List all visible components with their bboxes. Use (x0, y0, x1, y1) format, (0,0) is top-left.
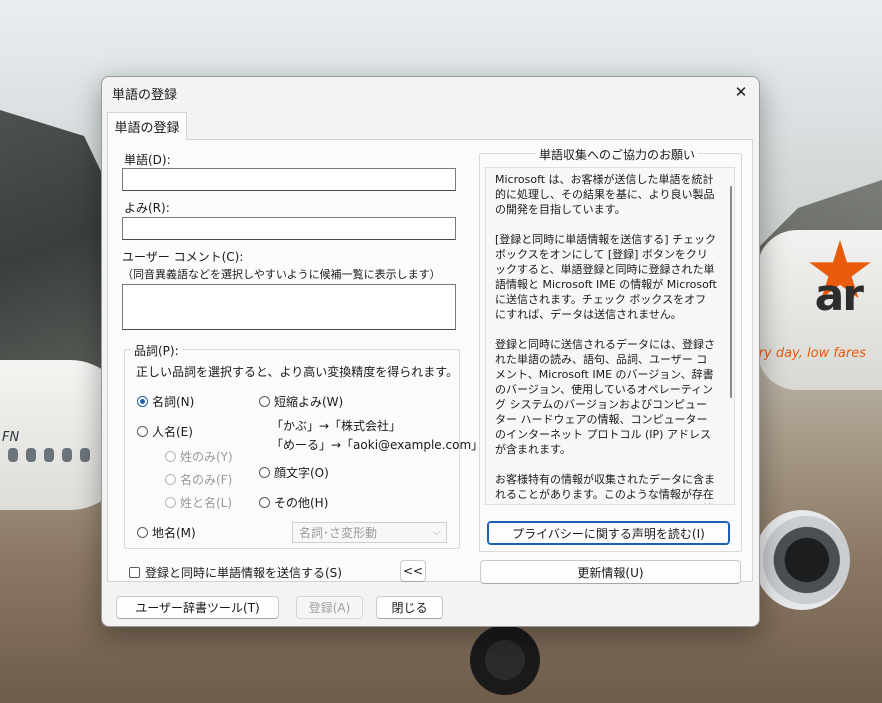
radio-person-name[interactable]: 人名(E) (137, 423, 193, 440)
pos-group-label: 品詞(P): (131, 342, 182, 359)
pos-subtype-value: 名詞･さ変形動 (299, 526, 378, 540)
word-label: 単語(D): (124, 153, 171, 167)
info-paragraph: 登録と同時に送信されるデータには、登録された単語の読み、語句、品詞、ユーザー コ… (495, 338, 715, 456)
radio-surname-only-label: 姓のみ(Y) (180, 450, 233, 464)
background-plane-engine (754, 510, 850, 610)
background-plane-window (62, 448, 72, 462)
checkbox-box (129, 567, 140, 578)
radio-other[interactable]: その他(H) (259, 494, 328, 511)
info-paragraph: お客様特有の情報が収集されたデータに含まれることがあります。このような情報が存在… (495, 473, 715, 504)
background-landing-gear (470, 625, 540, 695)
radio-indicator (137, 426, 148, 437)
reading-label: よみ(R): (124, 201, 170, 215)
register-button[interactable]: 登録(A) (296, 596, 363, 619)
radio-noun-label: 名詞(N) (152, 395, 195, 409)
radio-given-name-only-label: 名のみ(F) (180, 473, 233, 487)
radio-place-name[interactable]: 地名(M) (137, 524, 196, 541)
dialog-title: 単語の登録 (112, 88, 178, 103)
background-plane-window (44, 448, 54, 462)
radio-full-name-label: 姓と名(L) (180, 496, 233, 510)
radio-person-name-label: 人名(E) (152, 425, 193, 439)
background-slogan: ry day, low fares (758, 346, 866, 361)
radio-indicator (165, 474, 176, 485)
collapse-button[interactable]: << (400, 560, 426, 582)
tab-panel: 単語(D): よみ(R): ユーザー コメント(C): （同音異義語などを選択し… (107, 139, 753, 584)
user-dictionary-tool-button[interactable]: ユーザー辞書ツール(T) (116, 596, 279, 619)
radio-abbreviation-label: 短縮よみ(W) (274, 395, 344, 409)
radio-indicator (137, 527, 148, 538)
background-plane-window (26, 448, 36, 462)
word-registration-dialog: 単語の登録 ✕ 単語の登録 単語(D): よみ(R): ユーザー コメント(C)… (101, 76, 760, 627)
radio-emoticon-label: 顔文字(O) (274, 466, 329, 480)
radio-noun[interactable]: 名詞(N) (137, 393, 194, 410)
info-group: 単語収集へのご協力のお願い Microsoft は、お客様が送信した単語を統計的… (479, 146, 742, 552)
comment-input[interactable] (122, 284, 456, 330)
update-info-button[interactable]: 更新情報(U) (480, 560, 741, 584)
pos-description: 正しい品詞を選択すると、より高い変換精度を得られます。 (136, 365, 459, 379)
abbreviation-example-1: 「かぶ」→「株式会社」 (271, 419, 402, 433)
radio-place-name-label: 地名(M) (152, 526, 196, 540)
close-button[interactable]: 閉じる (376, 596, 443, 619)
background-plane-window (8, 448, 18, 462)
reading-input[interactable] (122, 217, 456, 240)
background-brand-text: ar (814, 270, 864, 321)
radio-indicator (165, 451, 176, 462)
pos-group: 品詞(P): 正しい品詞を選択すると、より高い変換精度を得られます。 名詞(N)… (124, 342, 483, 549)
info-scrollbar[interactable] (730, 186, 732, 398)
close-icon[interactable]: ✕ (724, 78, 758, 106)
radio-indicator (259, 396, 270, 407)
info-textbox[interactable]: Microsoft は、お客様が送信した単語を統計的に処理し、その結果を基に、よ… (485, 167, 735, 505)
comment-hint: （同音異義語などを選択しやすいように候補一覧に表示します） (122, 268, 441, 281)
tab-word-registration[interactable]: 単語の登録 (107, 112, 187, 140)
radio-abbreviation[interactable]: 短縮よみ(W) (259, 393, 343, 410)
word-input[interactable] (122, 168, 456, 191)
radio-full-name[interactable]: 姓と名(L) (165, 494, 232, 511)
radio-emoticon[interactable]: 顔文字(O) (259, 464, 329, 481)
radio-indicator (259, 467, 270, 478)
info-paragraph: [登録と同時に単語情報を送信する] チェック ボックスをオンにして [登録] ボ… (495, 233, 717, 321)
abbreviation-example-2: 「めーる」→「aoki@example.com」 (271, 438, 484, 452)
privacy-statement-button[interactable]: プライバシーに関する声明を読む(I) (487, 521, 730, 545)
info-group-label: 単語収集へのご協力のお願い (536, 146, 699, 163)
radio-surname-only[interactable]: 姓のみ(Y) (165, 448, 233, 465)
radio-indicator (165, 497, 176, 508)
info-paragraph: Microsoft は、お客様が送信した単語を統計的に処理し、その結果を基に、よ… (495, 173, 715, 216)
background-plane-window (80, 448, 90, 462)
radio-indicator (259, 497, 270, 508)
comment-label: ユーザー コメント(C): (122, 250, 244, 264)
chevron-down-icon: ⌵ (433, 527, 440, 538)
radio-indicator (137, 396, 148, 407)
radio-given-name-only[interactable]: 名のみ(F) (165, 471, 232, 488)
background-plane-registration: FN (2, 430, 20, 445)
send-word-info-checkbox[interactable]: 登録と同時に単語情報を送信する(S) (129, 564, 342, 581)
pos-subtype-select[interactable]: 名詞･さ変形動 ⌵ (292, 522, 447, 543)
info-text: Microsoft は、お客様が送信した単語を統計的に処理し、その結果を基に、よ… (495, 172, 717, 504)
radio-other-label: その他(H) (274, 496, 329, 510)
send-word-info-label: 登録と同時に単語情報を送信する(S) (145, 566, 342, 580)
